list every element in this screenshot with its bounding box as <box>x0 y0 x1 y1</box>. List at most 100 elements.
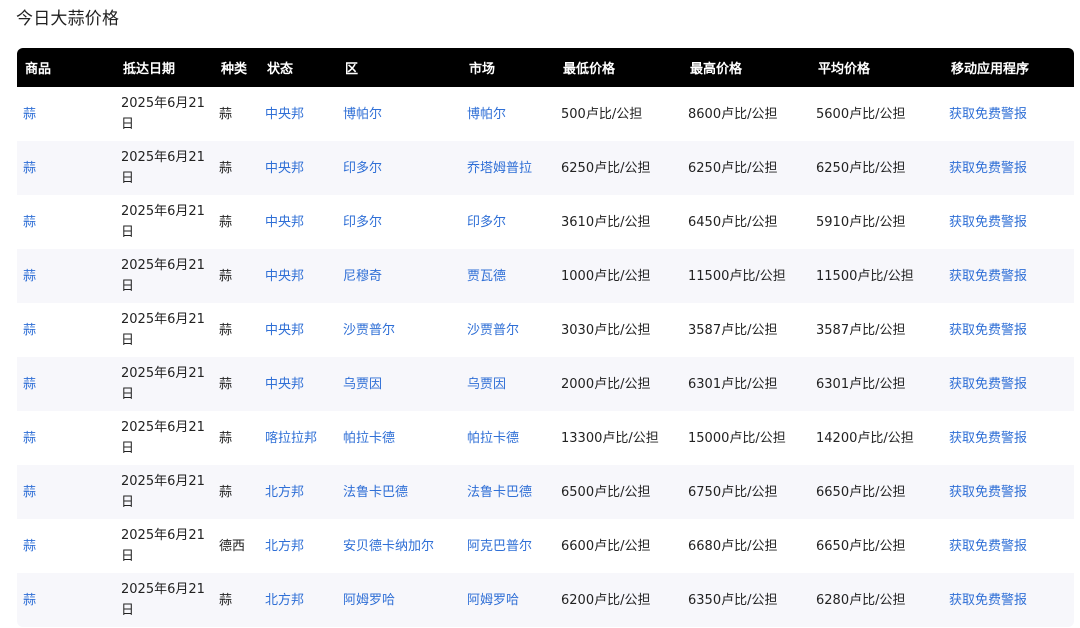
state-link[interactable]: 北方邦 <box>259 465 337 519</box>
get-free-alerts-link[interactable]: 获取免费警报 <box>943 411 1074 465</box>
get-free-alerts-link[interactable]: 获取免费警报 <box>943 195 1074 249</box>
page-title: 今日大蒜价格 <box>16 9 120 29</box>
avg-price: 14200卢比/公担 <box>816 430 914 446</box>
commodity-link[interactable]: 蒜 <box>17 519 115 573</box>
min-price: 3030卢比/公担 <box>561 322 651 338</box>
variety: 蒜 <box>219 484 233 500</box>
min-price: 6600卢比/公担 <box>561 538 651 554</box>
max-price: 3587卢比/公担 <box>688 322 778 338</box>
table-row: 蒜 2025年6月21日蒜中央邦 博帕尔 博帕尔 500卢比/公担 8600卢比/公担 56… <box>17 87 1074 141</box>
commodity-link[interactable]: 蒜 <box>17 573 115 627</box>
table-row: 蒜 2025年6月21日蒜北方邦 法鲁卡巴德 法鲁卡巴德 6500卢比/公担 6750卢比… <box>17 465 1074 519</box>
variety: 蒜 <box>219 322 233 338</box>
get-free-alerts-link[interactable]: 获取免费警报 <box>943 141 1074 195</box>
get-free-alerts-link[interactable]: 获取免费警报 <box>943 573 1074 627</box>
district-link[interactable]: 尼穆奇 <box>337 249 461 303</box>
commodity-link[interactable]: 蒜 <box>17 87 115 141</box>
get-free-alerts-link[interactable]: 获取免费警报 <box>943 465 1074 519</box>
commodity-link[interactable]: 蒜 <box>17 357 115 411</box>
min-price: 6200卢比/公担 <box>561 592 651 608</box>
max-price: 11500卢比/公担 <box>688 268 786 284</box>
commodity-link[interactable]: 蒜 <box>17 249 115 303</box>
district-link[interactable]: 法鲁卡巴德 <box>337 465 461 519</box>
table-row: 蒜 2025年6月21日蒜北方邦 阿姆罗哈 阿姆罗哈 6200卢比/公担 6350卢比/公… <box>17 573 1074 627</box>
get-free-alerts-link[interactable]: 获取免费警报 <box>943 303 1074 357</box>
district-link[interactable]: 帕拉卡德 <box>337 411 461 465</box>
district-link[interactable]: 博帕尔 <box>337 87 461 141</box>
market-link[interactable]: 印多尔 <box>461 195 555 249</box>
district-link[interactable]: 安贝德卡纳加尔 <box>337 519 461 573</box>
column-header-max-price: 最高价格 <box>690 62 743 77</box>
get-free-alerts-link[interactable]: 获取免费警报 <box>943 249 1074 303</box>
market-link[interactable]: 沙贾普尔 <box>461 303 555 357</box>
arrival-date: 2025年6月21日 <box>121 582 205 618</box>
arrival-date: 2025年6月21日 <box>121 312 205 348</box>
avg-price: 5600卢比/公担 <box>816 106 906 122</box>
market-link[interactable]: 帕拉卡德 <box>461 411 555 465</box>
state-link[interactable]: 中央邦 <box>259 87 337 141</box>
avg-price: 5910卢比/公担 <box>816 214 906 230</box>
commodity-link[interactable]: 蒜 <box>17 303 115 357</box>
state-link[interactable]: 中央邦 <box>259 195 337 249</box>
column-header-mobile-app: 移动应用程序 <box>951 62 1030 77</box>
market-link[interactable]: 法鲁卡巴德 <box>461 465 555 519</box>
avg-price: 6250卢比/公担 <box>816 160 906 176</box>
table-row: 蒜 2025年6月21日蒜中央邦 乌贾因 乌贾因 2000卢比/公担 6301卢比/公担 6… <box>17 357 1074 411</box>
max-price: 6680卢比/公担 <box>688 538 778 554</box>
column-header-variety: 种类 <box>221 62 248 77</box>
state-link[interactable]: 中央邦 <box>259 141 337 195</box>
min-price: 6500卢比/公担 <box>561 484 651 500</box>
state-link[interactable]: 中央邦 <box>259 303 337 357</box>
district-link[interactable]: 阿姆罗哈 <box>337 573 461 627</box>
min-price: 6250卢比/公担 <box>561 160 651 176</box>
max-price: 6350卢比/公担 <box>688 592 778 608</box>
table-row: 蒜 2025年6月21日蒜中央邦 印多尔 乔塔姆普拉 6250卢比/公担 6250卢比/公… <box>17 141 1074 195</box>
market-link[interactable]: 贾瓦德 <box>461 249 555 303</box>
arrival-date: 2025年6月21日 <box>121 420 205 456</box>
get-free-alerts-link[interactable]: 获取免费警报 <box>943 519 1074 573</box>
variety: 蒜 <box>219 160 233 176</box>
min-price: 3610卢比/公担 <box>561 214 651 230</box>
variety: 蒜 <box>219 430 233 446</box>
commodity-link[interactable]: 蒜 <box>17 141 115 195</box>
market-link[interactable]: 乔塔姆普拉 <box>461 141 555 195</box>
column-header-min-price: 最低价格 <box>563 62 616 77</box>
state-link[interactable]: 北方邦 <box>259 519 337 573</box>
arrival-date: 2025年6月21日 <box>121 474 205 510</box>
district-link[interactable]: 沙贾普尔 <box>337 303 461 357</box>
state-link[interactable]: 北方邦 <box>259 573 337 627</box>
commodity-link[interactable]: 蒜 <box>17 195 115 249</box>
avg-price: 6280卢比/公担 <box>816 592 906 608</box>
get-free-alerts-link[interactable]: 获取免费警报 <box>943 357 1074 411</box>
column-header-avg-price: 平均价格 <box>818 62 871 77</box>
min-price: 13300卢比/公担 <box>561 430 659 446</box>
commodity-link[interactable]: 蒜 <box>17 465 115 519</box>
column-header-state: 状态 <box>267 62 294 77</box>
avg-price: 6301卢比/公担 <box>816 376 906 392</box>
state-link[interactable]: 中央邦 <box>259 249 337 303</box>
district-link[interactable]: 印多尔 <box>337 141 461 195</box>
commodity-link[interactable]: 蒜 <box>17 411 115 465</box>
get-free-alerts-link[interactable]: 获取免费警报 <box>943 87 1074 141</box>
state-link[interactable]: 中央邦 <box>259 357 337 411</box>
max-price: 15000卢比/公担 <box>688 430 786 446</box>
district-link[interactable]: 印多尔 <box>337 195 461 249</box>
max-price: 8600卢比/公担 <box>688 106 778 122</box>
market-link[interactable]: 阿克巴普尔 <box>461 519 555 573</box>
price-table-container: 商品 抵达日期 种类 状态 区 市场 最低价格 最高价格 平均价格 移动应用程序… <box>17 48 1074 627</box>
avg-price: 3587卢比/公担 <box>816 322 906 338</box>
market-link[interactable]: 乌贾因 <box>461 357 555 411</box>
min-price: 2000卢比/公担 <box>561 376 651 392</box>
avg-price: 6650卢比/公担 <box>816 538 906 554</box>
market-link[interactable]: 博帕尔 <box>461 87 555 141</box>
variety: 蒜 <box>219 106 233 122</box>
market-link[interactable]: 阿姆罗哈 <box>461 573 555 627</box>
district-link[interactable]: 乌贾因 <box>337 357 461 411</box>
variety: 蒜 <box>219 214 233 230</box>
table-row: 蒜 2025年6月21日 德西 北方邦 安贝德卡纳加尔 阿克巴普尔 6600卢比/公担 668… <box>17 519 1074 573</box>
max-price: 6250卢比/公担 <box>688 160 778 176</box>
column-header-district: 区 <box>345 62 359 77</box>
state-link[interactable]: 喀拉拉邦 <box>259 411 337 465</box>
min-price: 500卢比/公担 <box>561 106 643 122</box>
variety: 蒜 <box>219 376 233 392</box>
